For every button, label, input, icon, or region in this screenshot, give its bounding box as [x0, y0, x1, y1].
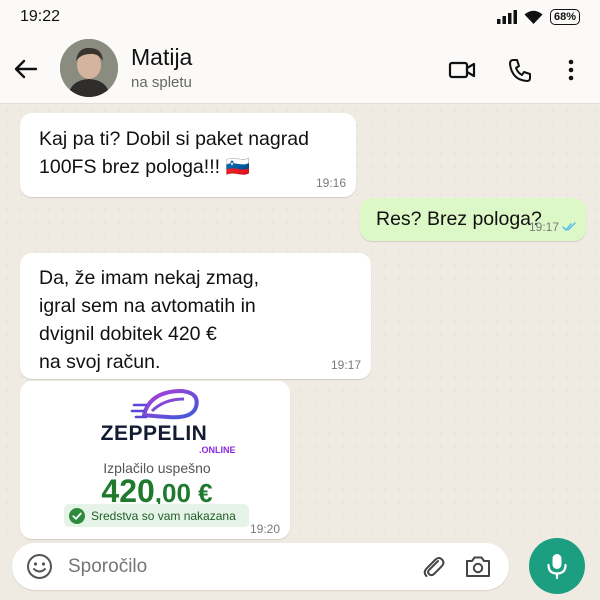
brand-suffix: .ONLINE: [199, 445, 236, 455]
message-text: Res? Brez pologa?: [376, 208, 542, 230]
message-time: 19:16: [315, 176, 346, 190]
camera-icon[interactable]: [464, 553, 492, 580]
check-circle-icon: [69, 507, 85, 524]
more-options-icon[interactable]: [557, 56, 585, 84]
chat-header: Matija na spletu: [0, 34, 600, 104]
mic-icon: [547, 554, 567, 580]
message-composer: [12, 543, 509, 590]
message-time-block: 19:17: [529, 220, 576, 234]
message-time: 19:17: [330, 358, 361, 372]
message-time: 19:20: [249, 522, 280, 536]
zeppelin-logo-icon: [130, 388, 199, 420]
avatar[interactable]: [60, 39, 118, 97]
back-arrow-icon[interactable]: [12, 55, 40, 83]
emoji-icon[interactable]: [26, 553, 53, 580]
status-bar: 19:22 68%: [0, 0, 600, 34]
mic-button[interactable]: [529, 538, 585, 594]
phone-icon[interactable]: [506, 56, 534, 84]
brand-name: ZEPPELIN: [100, 422, 208, 445]
attach-icon[interactable]: [420, 553, 447, 580]
message-bubble-outgoing[interactable]: Res? Brez pologa? 19:17: [360, 198, 586, 241]
message-bubble-incoming[interactable]: Da, že imam nekaj zmag, igral sem na avt…: [20, 253, 371, 379]
message-text: Kaj pa ti? Dobil si paket nagrad 100FS b…: [39, 128, 309, 178]
status-time: 19:22: [20, 8, 61, 25]
status-badge: Sredstva so vam nakazana: [64, 504, 249, 527]
contact-name[interactable]: Matija: [131, 44, 192, 71]
battery-indicator: 68%: [549, 9, 580, 25]
status-icons: 68%: [496, 9, 580, 25]
video-call-icon[interactable]: [448, 56, 476, 84]
avatar-portrait: [60, 39, 118, 97]
message-time: 19:17: [528, 220, 559, 234]
message-input[interactable]: [68, 552, 398, 582]
badge-text: Sredstva so vam nakazana: [91, 508, 236, 523]
message-bubble-image[interactable]: ZEPPELIN .ONLINE Izplačilo uspešno 420,0…: [20, 381, 290, 539]
chat-area[interactable]: Kaj pa ti? Dobil si paket nagrad 100FS b…: [0, 104, 600, 540]
signal-icon: [496, 10, 517, 24]
double-tick-icon: [562, 222, 576, 232]
message-text: Da, že imam nekaj zmag, igral sem na avt…: [39, 267, 259, 373]
message-bubble-incoming[interactable]: Kaj pa ti? Dobil si paket nagrad 100FS b…: [20, 113, 356, 197]
contact-status: na spletu: [131, 74, 192, 91]
wifi-icon: [524, 10, 543, 24]
